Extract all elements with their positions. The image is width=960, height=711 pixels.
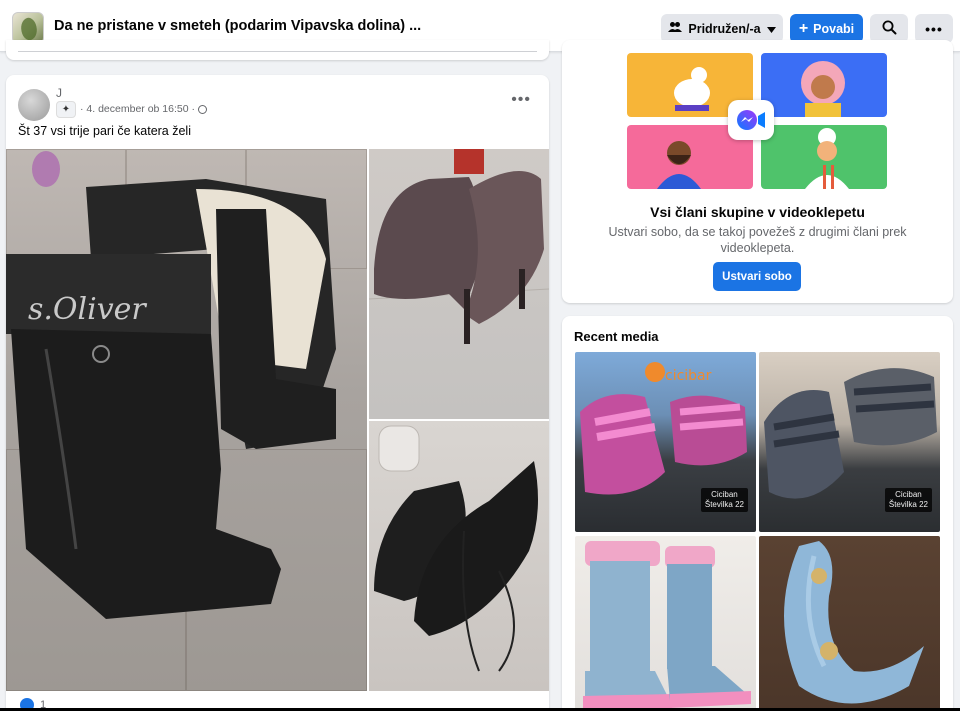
author-name[interactable]: J bbox=[56, 86, 62, 100]
post-photo-ankle-boots[interactable] bbox=[369, 149, 549, 419]
caret-down-icon bbox=[766, 22, 776, 36]
illustration-chef-tile bbox=[761, 125, 887, 189]
author-avatar[interactable] bbox=[18, 89, 50, 121]
media-thumb-rain-boots[interactable] bbox=[575, 536, 756, 711]
media-brand-text: cicibar bbox=[665, 368, 712, 384]
media-label: Ciciban Številka 22 bbox=[700, 488, 748, 512]
media-label: Ciciban Številka 22 bbox=[884, 488, 932, 512]
joined-button-label: Pridružen/-a bbox=[688, 21, 761, 36]
people-icon bbox=[668, 21, 683, 36]
post-timestamp[interactable]: · 4. december ob 16:50 · bbox=[80, 103, 195, 115]
post-options-button[interactable]: ••• bbox=[511, 91, 531, 109]
media-thumb-pink-shoes[interactable]: cicibar Ciciban Številka 22 bbox=[575, 352, 756, 532]
media-thumb-nursing-pillow[interactable] bbox=[759, 536, 940, 711]
messenger-video-icon bbox=[728, 100, 774, 140]
recent-media-title: Recent media bbox=[574, 329, 659, 344]
author-badge-icon: ✦ bbox=[56, 101, 76, 118]
post-text: Št 37 vsi trije pari če katera želi bbox=[18, 124, 191, 138]
create-room-button[interactable]: Ustvari sobo bbox=[713, 262, 801, 291]
recent-media-card: Recent media cicibar Ciciban Številka 22 … bbox=[562, 316, 953, 711]
more-options-button[interactable]: ••• bbox=[915, 14, 953, 43]
invite-button[interactable]: + Povabi bbox=[790, 14, 863, 43]
group-title[interactable]: Da ne pristane v smeteh (podarim Vipavsk… bbox=[54, 18, 421, 34]
search-icon bbox=[882, 20, 897, 38]
media-thumb-grey-shoes[interactable]: Ciciban Številka 22 bbox=[759, 352, 940, 532]
video-chat-description: Ustvari sobo, da se takoj povežeš z drug… bbox=[608, 225, 907, 255]
post-photo-boots[interactable]: s.Oliver bbox=[6, 149, 367, 691]
illustration-woman-tile bbox=[761, 53, 887, 117]
boot-brand-text: s.Oliver bbox=[28, 292, 147, 327]
previous-post-edge bbox=[6, 40, 549, 60]
post-photo-oxford-shoes[interactable] bbox=[369, 421, 549, 691]
audience-globe-icon bbox=[198, 104, 207, 114]
post-meta: · 4. december ob 16:50 · bbox=[80, 103, 207, 115]
ellipsis-icon: ••• bbox=[925, 20, 943, 37]
search-button[interactable] bbox=[870, 14, 908, 43]
video-chat-title: Vsi člani skupine v videoklepetu bbox=[650, 204, 865, 220]
video-chat-card: Vsi člani skupine v videoklepetu Ustvari… bbox=[562, 40, 953, 303]
joined-button[interactable]: Pridružen/-a bbox=[661, 14, 783, 43]
feed-post: J ✦ · 4. december ob 16:50 · ••• Št 37 v… bbox=[6, 75, 549, 711]
invite-button-label: Povabi bbox=[813, 21, 855, 36]
plus-icon: + bbox=[798, 19, 809, 37]
